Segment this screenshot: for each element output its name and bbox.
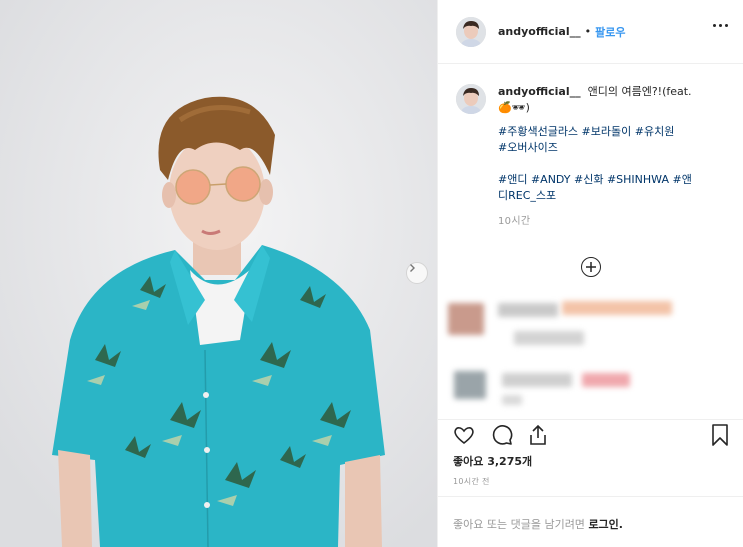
post-side-panel: andyofficial__ • 팔로우 andyofficial__ 앤디의 … xyxy=(437,0,743,547)
likes-count: 3,275개 xyxy=(487,455,533,468)
next-photo-button[interactable] xyxy=(406,262,428,284)
caption-time: 10시간 xyxy=(498,216,531,227)
chevron-right-icon xyxy=(410,264,415,272)
avatar-image xyxy=(456,16,486,47)
bookmark-icon[interactable] xyxy=(708,423,732,447)
like-count[interactable]: 좋아요 3,275개 xyxy=(453,453,532,469)
comment-blurred xyxy=(446,295,736,355)
caption-username[interactable]: andyofficial__ xyxy=(498,85,581,98)
avatar-image xyxy=(456,84,486,114)
hashtags[interactable]: #주황색선글라스 #보라돌이 #유치원 #오버사이즈 #앤디 #ANDY #신화… xyxy=(498,124,728,204)
caption-emoji: 🍊🕶) xyxy=(498,101,530,114)
hashtag-line[interactable]: 디REC_스포 xyxy=(498,188,728,204)
photo-illustration xyxy=(0,0,437,547)
caption-body: 앤디의 여름엔?!(feat. xyxy=(587,85,692,98)
plus-circle-icon xyxy=(586,262,596,272)
header-username[interactable]: andyofficial__ xyxy=(498,25,581,38)
caption-text: andyofficial__ 앤디의 여름엔?!(feat. 🍊🕶) #주황색선… xyxy=(498,84,728,230)
avatar[interactable] xyxy=(456,16,486,47)
caption: andyofficial__ 앤디의 여름엔?!(feat. 🍊🕶) #주황색선… xyxy=(456,84,728,230)
heart-icon[interactable] xyxy=(452,423,476,447)
post-photo xyxy=(0,0,437,547)
caption-avatar[interactable] xyxy=(456,84,486,114)
login-prompt: 좋아요 또는 댓글을 남기려면 로그인. xyxy=(438,496,743,547)
more-icon[interactable] xyxy=(713,24,728,27)
hashtag-line[interactable]: #주황색선글라스 #보라돌이 #유치원 xyxy=(498,124,728,140)
hashtag-line[interactable]: #앤디 #ANDY #신화 #SHINHWA #앤 xyxy=(498,172,728,188)
likes-label: 좋아요 xyxy=(453,455,484,468)
hashtag-line[interactable]: #오버사이즈 xyxy=(498,140,728,156)
header-separator: • xyxy=(584,25,592,38)
login-link[interactable]: 로그인. xyxy=(588,518,623,531)
load-more-comments-button[interactable] xyxy=(581,257,601,277)
follow-button[interactable]: 팔로우 xyxy=(595,24,625,40)
share-icon[interactable] xyxy=(526,423,550,447)
login-prompt-text: 좋아요 또는 댓글을 남기려면 xyxy=(453,518,585,531)
post-header: andyofficial__ • 팔로우 xyxy=(438,0,743,64)
comment-blurred xyxy=(446,365,736,415)
comment-icon[interactable] xyxy=(490,423,514,447)
post-time: 10시간 전 xyxy=(453,477,490,486)
